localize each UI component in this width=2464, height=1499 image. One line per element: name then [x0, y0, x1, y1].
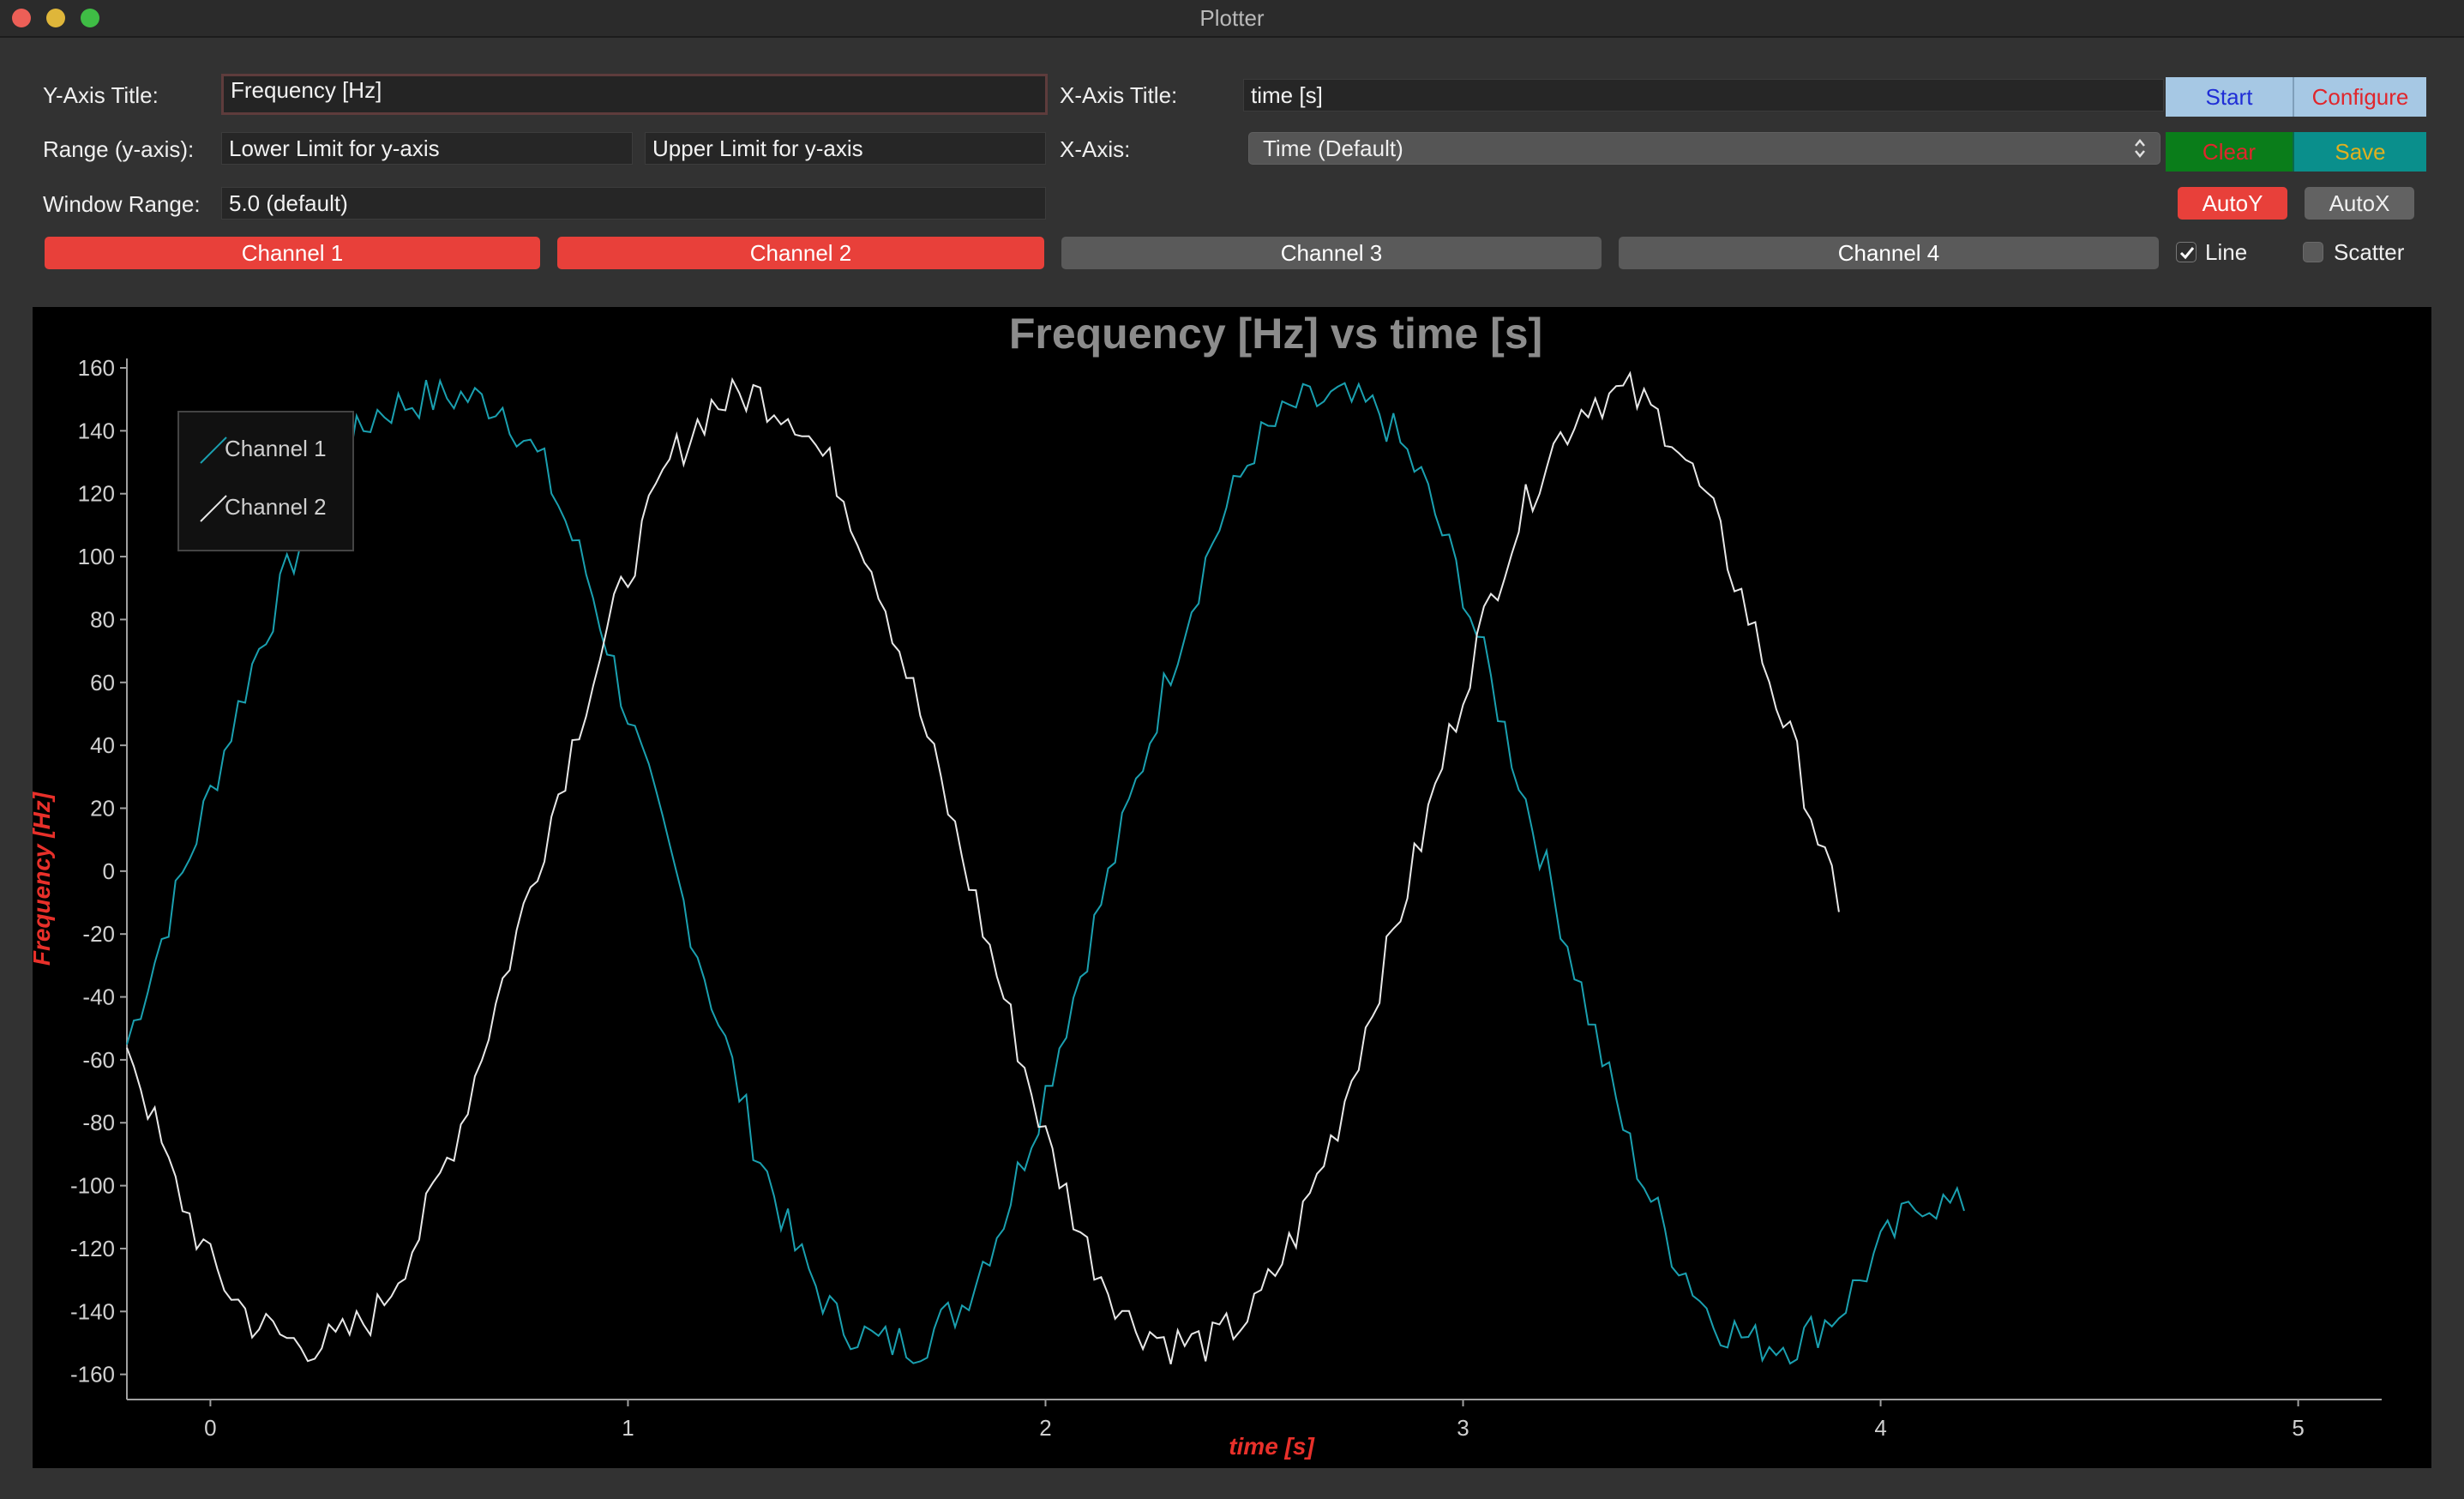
y-tick-label: -160: [70, 1362, 115, 1388]
configure-button[interactable]: Configure: [2293, 77, 2426, 117]
legend-label-channel-1: Channel 1: [225, 436, 327, 461]
y-tick-label: -140: [70, 1298, 115, 1324]
legend-box: [177, 411, 354, 551]
scatter-checkbox[interactable]: [2303, 242, 2323, 262]
channel-2-button[interactable]: Channel 2: [557, 237, 1044, 269]
x-axis-title-input[interactable]: time [s]: [1243, 79, 2164, 111]
save-button[interactable]: Save: [2293, 132, 2426, 172]
y-tick-label: 140: [78, 418, 115, 443]
y-tick-label: 120: [78, 481, 115, 507]
y-tick-label: 20: [90, 795, 115, 821]
series-line-channel-2: [126, 370, 1840, 1365]
y-axis-title-label: Y-Axis Title:: [43, 82, 159, 108]
autox-button[interactable]: AutoX: [2305, 187, 2414, 220]
y-tick-label: -80: [82, 1110, 115, 1135]
window-range-label: Window Range:: [43, 191, 201, 217]
channel-4-button[interactable]: Channel 4: [1619, 237, 2159, 269]
channel-3-button[interactable]: Channel 3: [1061, 237, 1602, 269]
start-button[interactable]: Start: [2166, 77, 2293, 117]
x-tick-label: 5: [2292, 1415, 2304, 1441]
window-range-input[interactable]: 5.0 (default): [221, 187, 1046, 220]
y-tick-label: -120: [70, 1236, 115, 1261]
line-checkbox[interactable]: [2176, 242, 2197, 262]
x-tick-label: 0: [204, 1415, 216, 1441]
x-axis-label: time [s]: [1229, 1433, 1315, 1460]
x-axis-label: X-Axis:: [1060, 136, 1131, 162]
y-tick-label: -20: [82, 921, 115, 947]
x-axis-select[interactable]: Time (Default): [1248, 132, 2161, 165]
x-axis-selected-value: Time (Default): [1263, 135, 1403, 161]
line-checkbox-label: Line: [2205, 239, 2248, 265]
window-title: Plotter: [1199, 5, 1265, 31]
y-tick-label: -40: [82, 984, 115, 1010]
y-tick-label: 100: [78, 544, 115, 569]
chart-title: Frequency [Hz] vs time [s]: [1009, 310, 1542, 358]
y-tick-label: 60: [90, 670, 115, 695]
chevron-up-down-icon: [2135, 139, 2145, 158]
y-tick-label: 160: [78, 355, 115, 381]
y-axis-title-input[interactable]: Frequency [Hz]: [221, 74, 1048, 115]
y-tick-label: 0: [103, 858, 115, 884]
y-axis-label: Frequency [Hz]: [33, 791, 55, 966]
range-y-axis-label: Range (y-axis):: [43, 136, 195, 162]
y-tick-label: -100: [70, 1173, 115, 1199]
y-tick-label: 40: [90, 732, 115, 758]
channel-1-button[interactable]: Channel 1: [45, 237, 540, 269]
plot-area[interactable]: Frequency [Hz] vs time [s] 160 140 120 100 8…: [28, 307, 2431, 1468]
x-tick-label: 2: [1039, 1415, 1051, 1441]
y-lower-limit-input[interactable]: Lower Limit for y-axis: [221, 132, 633, 165]
x-tick-label: 3: [1457, 1415, 1469, 1441]
scatter-checkbox-label: Scatter: [2334, 239, 2405, 265]
window-titlebar: Plotter: [0, 0, 2464, 38]
y-upper-limit-input[interactable]: Upper Limit for y-axis: [645, 132, 1046, 165]
frequency-vs-time-chart: Frequency [Hz] vs time [s] 1601401201008…: [28, 310, 2382, 1460]
x-axis-title-label: X-Axis Title:: [1060, 82, 1178, 108]
clear-button[interactable]: Clear: [2166, 132, 2293, 172]
x-tick-label: 4: [1874, 1415, 1886, 1441]
legend-label-channel-2: Channel 2: [225, 494, 327, 520]
y-tick-label: -60: [82, 1047, 115, 1073]
checkmark-icon: [2179, 247, 2195, 260]
autoy-button[interactable]: AutoY: [2178, 187, 2287, 220]
x-tick-label: 1: [622, 1415, 634, 1441]
y-tick-label: 80: [90, 606, 115, 632]
series-line-channel-1: [126, 377, 1965, 1365]
